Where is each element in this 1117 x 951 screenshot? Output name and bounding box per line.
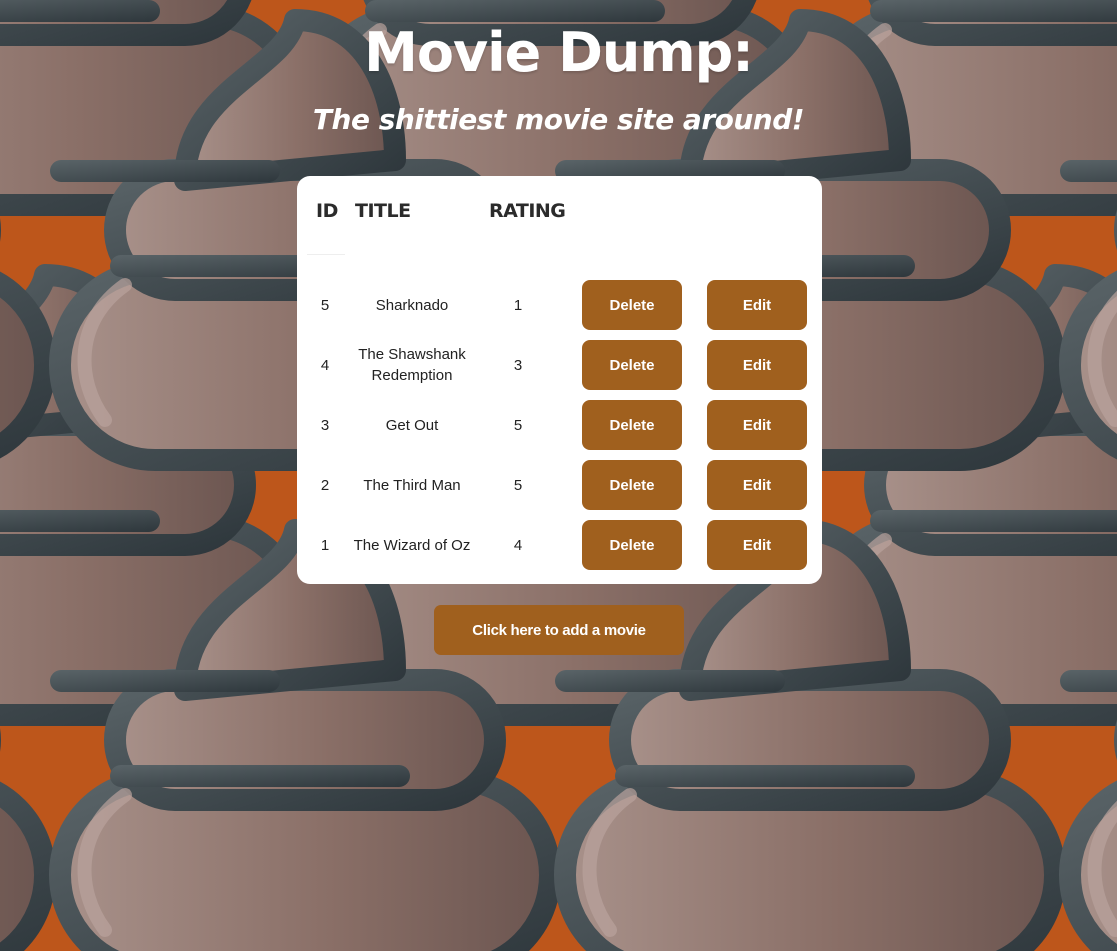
table-row: 5 Sharknado 1 Delete Edit [297, 280, 822, 332]
delete-button[interactable]: Delete [582, 340, 682, 390]
delete-button[interactable]: Delete [582, 400, 682, 450]
table-row: 2 The Third Man 5 Delete Edit [297, 460, 822, 512]
delete-button[interactable]: Delete [582, 280, 682, 330]
table-row: 4 The Shawshank Redemption 3 Delete Edit [297, 340, 822, 392]
edit-button[interactable]: Edit [707, 280, 807, 330]
delete-button[interactable]: Delete [582, 520, 682, 570]
column-header-title: TITLE [355, 200, 411, 222]
table-row: 1 The Wizard of Oz 4 Delete Edit [297, 520, 822, 572]
column-header-rating: RATING [489, 200, 566, 222]
column-header-id: ID [316, 200, 338, 222]
movie-id: 5 [320, 296, 330, 314]
delete-button[interactable]: Delete [582, 460, 682, 510]
edit-button[interactable]: Edit [707, 460, 807, 510]
movie-rating: 5 [513, 476, 523, 494]
movie-id: 4 [320, 356, 330, 374]
header-divider [307, 254, 345, 255]
edit-button[interactable]: Edit [707, 340, 807, 390]
movie-rating: 1 [513, 296, 523, 314]
movie-title: The Third Man [363, 476, 461, 494]
movie-rating: 5 [513, 416, 523, 434]
movie-title: The Shawshank Redemption [358, 346, 466, 384]
movie-title: Sharknado [375, 296, 449, 314]
movie-id: 2 [320, 476, 330, 494]
add-movie-button[interactable]: Click here to add a movie [434, 605, 684, 655]
movie-id: 1 [320, 536, 330, 554]
movie-title: The Wizard of Oz [353, 536, 471, 554]
edit-button[interactable]: Edit [707, 400, 807, 450]
edit-button[interactable]: Edit [707, 520, 807, 570]
page-title: Movie Dump: [364, 21, 754, 84]
table-row: 3 Get Out 5 Delete Edit [297, 400, 822, 452]
movie-id: 3 [320, 416, 330, 434]
movie-rating: 4 [513, 536, 523, 554]
movie-title: Get Out [385, 416, 439, 434]
page-subtitle: The shittiest movie site around! [312, 103, 805, 136]
movie-rating: 3 [513, 356, 523, 374]
